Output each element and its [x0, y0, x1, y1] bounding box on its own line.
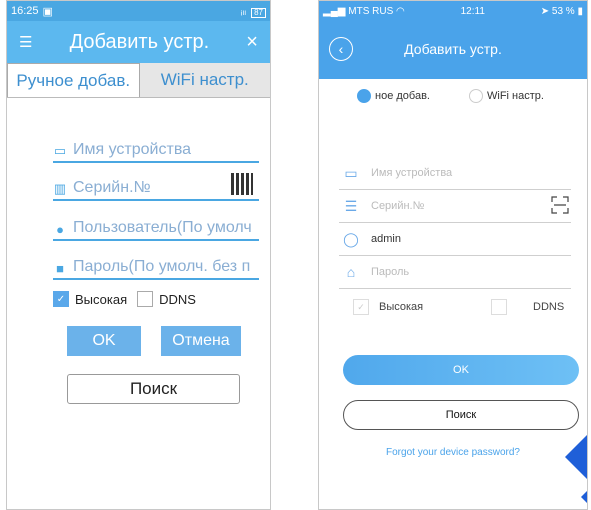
search-button[interactable]: Поиск [343, 400, 579, 430]
list-icon: ☰ [344, 197, 358, 214]
serial-number-input[interactable]: ▥ Серийн.№ [53, 171, 259, 201]
ddns-checkbox[interactable] [137, 291, 154, 307]
device-name-input[interactable]: ▭ Имя устройства [53, 133, 259, 163]
battery-icon: ▮ [577, 5, 583, 17]
password-input[interactable]: ■ Пароль(По умолч. без п [53, 250, 259, 280]
high-quality-checkbox[interactable]: ✓ Высокая DDNS [53, 291, 196, 307]
wifi-icon: ◠ [396, 5, 405, 17]
ok-button[interactable]: OK [343, 355, 579, 385]
battery-icon: 87 [251, 7, 266, 18]
qr-code-icon[interactable] [231, 173, 253, 195]
status-bar: 16:25 ▣ ᵢₗₗ 87 [7, 1, 270, 21]
tab-wifi-setup[interactable]: WiFi настр. [139, 63, 270, 97]
monitor-icon: ▭ [344, 164, 358, 181]
status-bar: ▂▄▆ MTS RUS ◠ 12:11 ➤ 53 % ▮ [323, 5, 583, 17]
tab-manual-add[interactable]: Ручное добав. [7, 63, 140, 97]
close-icon[interactable]: × [246, 31, 258, 54]
location-icon: ➤ [540, 5, 550, 17]
carrier-name: MTS RUS [348, 5, 394, 17]
signal-icon: ᵢₗₗ [240, 5, 247, 18]
lock-icon: ■ [56, 261, 64, 276]
page-title: Добавить устр. [69, 30, 210, 53]
menu-list-icon[interactable]: ☰ [19, 33, 32, 51]
radio-unselected-icon [469, 89, 483, 103]
radio-selected-icon [357, 89, 371, 103]
password-input[interactable]: ⌂ Пароль [339, 256, 571, 289]
tab-bar: Ручное добав. WiFi настр. [7, 63, 270, 98]
page-title: Добавить устр. [404, 41, 502, 57]
ok-button[interactable]: OK [67, 326, 141, 356]
monitor-icon: ▭ [53, 143, 67, 158]
radio-manual-add[interactable]: ное добав. [357, 89, 430, 103]
high-quality-checkbox[interactable]: ✓ Высокая [353, 299, 423, 315]
image-icon: ▣ [42, 5, 53, 18]
user-icon: ● [56, 222, 64, 237]
user-icon: ◯ [343, 230, 359, 247]
search-button[interactable]: Поиск [67, 374, 240, 404]
barcode-icon: ▥ [53, 181, 67, 196]
status-time: 16:25 [11, 5, 39, 17]
lock-icon: ⌂ [346, 264, 356, 280]
ddns-checkbox[interactable]: DDNS [491, 299, 564, 315]
left-phone-screen: 16:25 ▣ ᵢₗₗ 87 ☰ Добавить устр. × Ручное… [6, 0, 271, 510]
status-time: 12:11 [460, 5, 485, 17]
cancel-button[interactable]: Отмена [161, 326, 241, 356]
app-header: ☰ Добавить устр. × [7, 21, 270, 63]
scan-qr-icon[interactable] [551, 196, 569, 214]
radio-wifi-setup[interactable]: WiFi настр. [469, 89, 544, 103]
checkmark-icon: ✓ [53, 291, 69, 307]
serial-number-input[interactable]: ☰ Серийн.№ [339, 190, 571, 223]
device-name-input[interactable]: ▭ Имя устройства [339, 157, 571, 190]
username-input[interactable]: ◯ admin [339, 223, 571, 256]
forgot-password-link[interactable]: Forgot your device password? [319, 447, 587, 458]
checkmark-icon: ✓ [353, 299, 369, 315]
username-input[interactable]: ● Пользователь(По умолч [53, 211, 259, 241]
corner-watermark-icon [565, 435, 587, 503]
right-phone-screen: ▂▄▆ MTS RUS ◠ 12:11 ➤ 53 % ▮ ‹ Добавить … [318, 0, 588, 510]
app-header: ▂▄▆ MTS RUS ◠ 12:11 ➤ 53 % ▮ ‹ Добавить … [319, 1, 587, 79]
signal-icon: ▂▄▆ [323, 5, 349, 17]
